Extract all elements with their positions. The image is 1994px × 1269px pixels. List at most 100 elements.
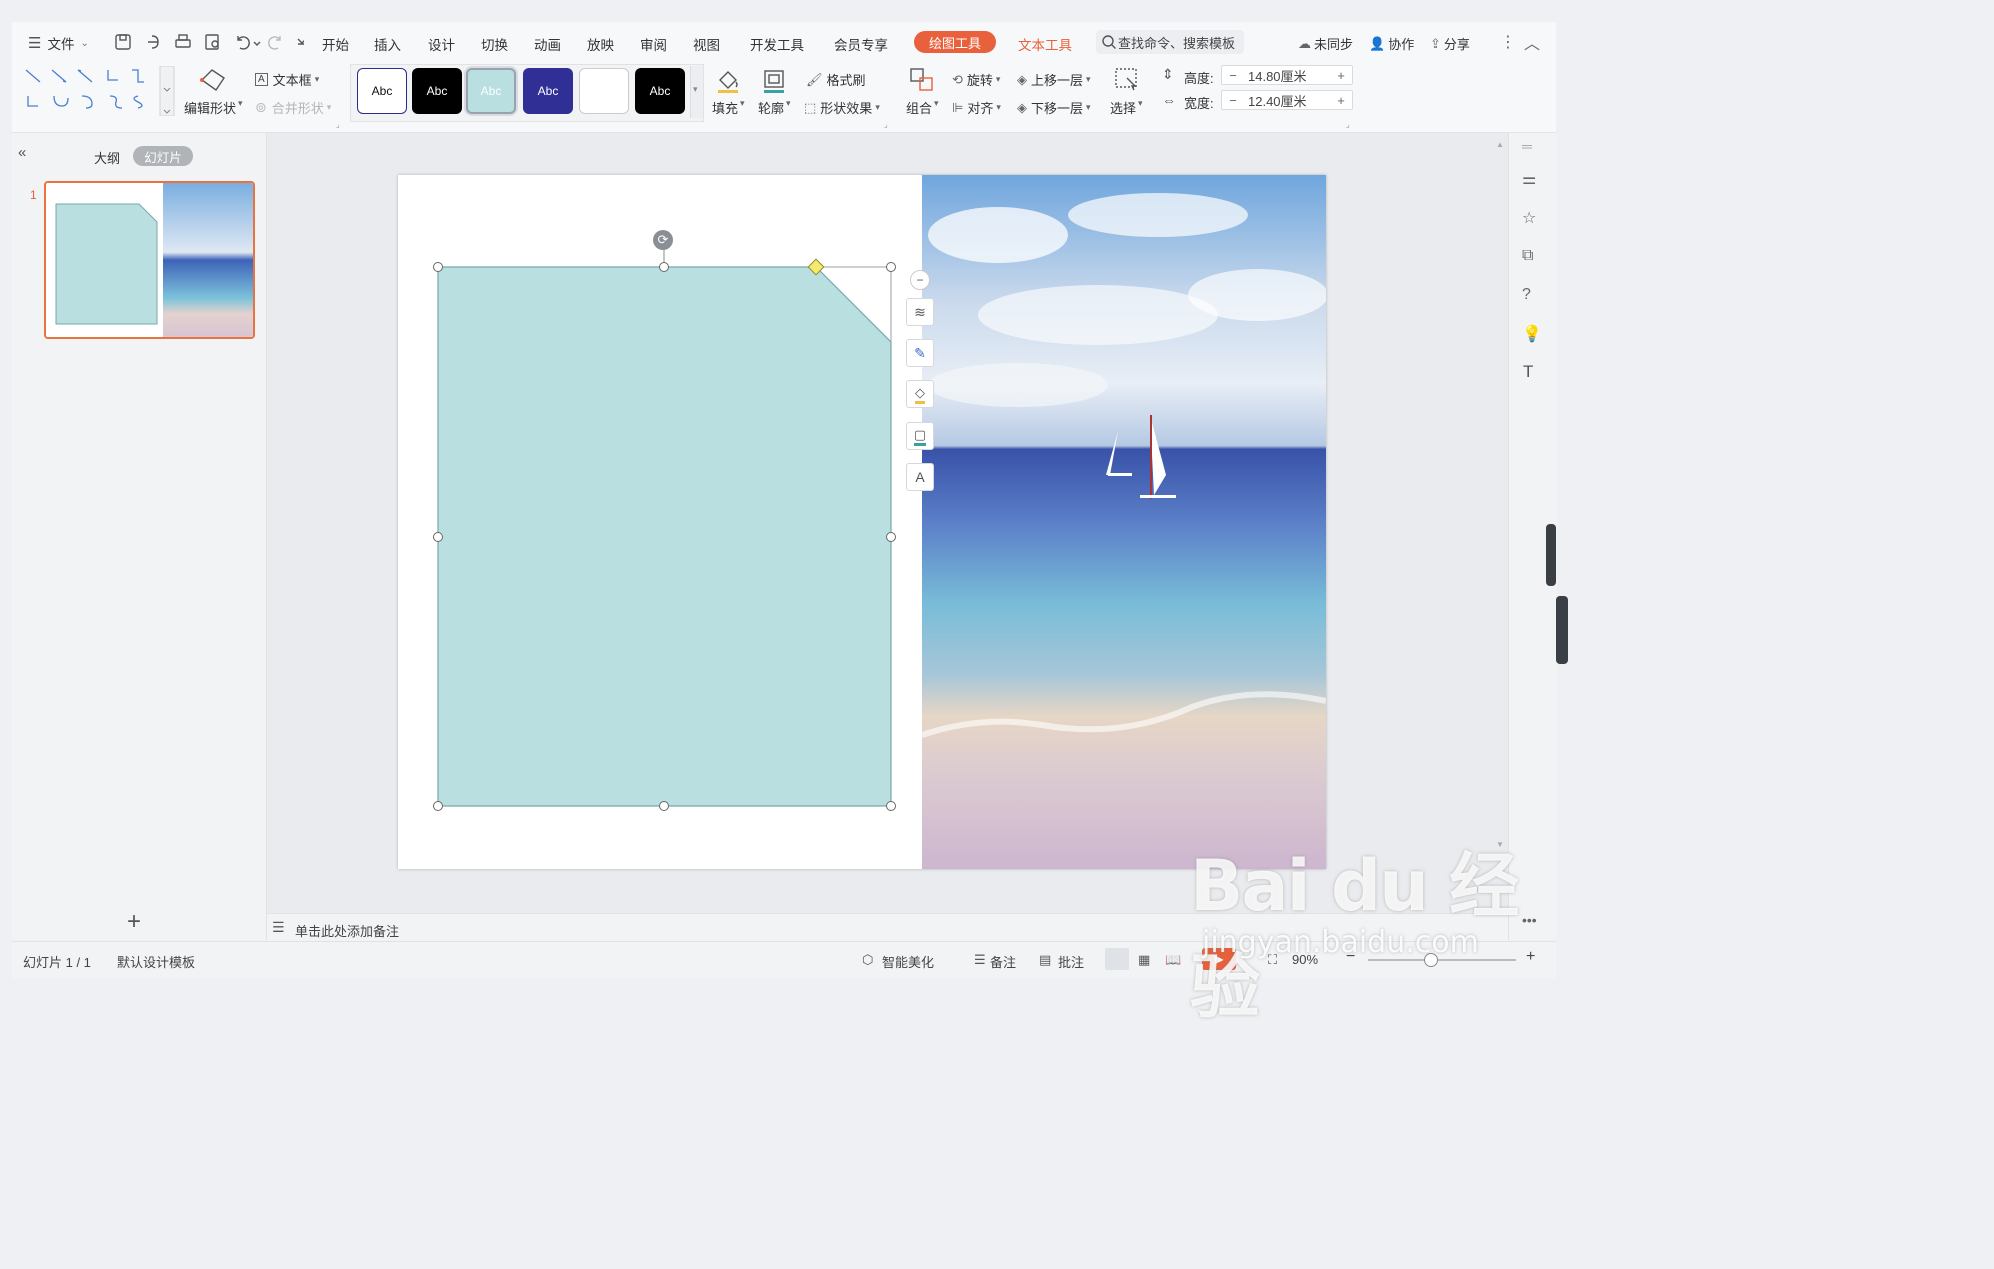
tab-outline[interactable]: 大纲 (94, 148, 120, 167)
rotate-handle-icon[interactable]: ⟳ (653, 230, 673, 250)
side-widget-2[interactable] (1556, 596, 1568, 664)
resize-handle-bottom[interactable] (659, 801, 669, 811)
resize-handle-left[interactable] (433, 532, 443, 542)
tab-animation[interactable]: 动画 (534, 34, 561, 54)
share-button[interactable]: ⇪ 分享 (1430, 34, 1470, 53)
style-sample-white-outline[interactable]: Abc (357, 68, 407, 114)
format-painter-button[interactable]: 🖌 格式刷 (806, 70, 866, 89)
tab-slides[interactable]: 幻灯片 (133, 146, 193, 166)
tab-insert[interactable]: 插入 (374, 34, 401, 54)
add-slide-icon[interactable]: + (127, 908, 141, 936)
help-icon[interactable]: ? (1522, 286, 1531, 304)
side-widget[interactable] (1546, 524, 1556, 586)
collapse-ribbon-icon[interactable]: ︿ (1524, 30, 1540, 54)
snip-corner-rectangle[interactable] (430, 228, 910, 818)
tab-member[interactable]: 会员专享 (834, 34, 888, 54)
width-stepper[interactable]: − 12.40厘米 + (1221, 90, 1353, 110)
shape-effect-button[interactable]: ⬚ 形状效果 ▾ (804, 98, 880, 117)
width-value[interactable]: 12.40厘米 (1244, 91, 1330, 110)
align-label: 对齐 (967, 101, 994, 116)
resize-handle-top-left[interactable] (433, 262, 443, 272)
resize-handle-right[interactable] (886, 532, 896, 542)
align-button[interactable]: ⊫ 对齐 ▾ (952, 98, 1001, 117)
file-menu[interactable]: ☰ 文件 ⌄ (28, 33, 89, 53)
resize-handle-bottom-right[interactable] (886, 801, 896, 811)
star-icon[interactable]: ☆ (1522, 208, 1536, 228)
search-box[interactable]: 查找命令、搜索模板 (1096, 30, 1244, 54)
collapse-toolbar-icon[interactable]: − (910, 270, 930, 290)
style-sample-teal-selected[interactable]: Abc (466, 68, 516, 114)
send-backward-button[interactable]: ◈ 下移一层 ▾ (1017, 98, 1091, 117)
outline-color-icon[interactable]: ▢ (906, 422, 934, 450)
tab-transition[interactable]: 切换 (481, 34, 508, 54)
chevron-down-icon: ▾ (1086, 102, 1091, 112)
tab-view[interactable]: 视图 (693, 34, 720, 54)
notes-toggle-button[interactable]: 备注 (990, 952, 1016, 971)
copy-icon[interactable]: ⧉ (1522, 247, 1533, 265)
merge-shape-button[interactable]: ⊚ 合并形状 ▾ (255, 98, 331, 117)
tab-slideshow[interactable]: 放映 (587, 34, 614, 54)
dialog-launcher-icon[interactable]: ⌟ (884, 120, 888, 129)
tab-design[interactable]: 设计 (428, 34, 455, 54)
tab-home[interactable]: 开始 (322, 34, 349, 54)
collaborate-button[interactable]: 👤 协作 (1369, 34, 1414, 53)
gallery-scroll[interactable]: ▾ (690, 66, 703, 118)
bring-forward-button[interactable]: ◈ 上移一层 ▾ (1017, 70, 1091, 89)
edit-shape-button[interactable]: 编辑形状 (184, 98, 236, 117)
chevron-down-icon: ⌄ (80, 37, 89, 49)
increment-icon[interactable]: + (1330, 93, 1352, 108)
template-name[interactable]: 默认设计模板 (117, 952, 195, 971)
tab-text-tools[interactable]: 文本工具 (1018, 34, 1072, 54)
rotate-button[interactable]: ⟲ 旋转 ▾ (952, 70, 1000, 89)
tab-drawing-tools[interactable]: 绘图工具 (914, 31, 996, 53)
select-icon (1115, 68, 1137, 91)
normal-view-icon[interactable] (1105, 948, 1129, 970)
format-painter-label: 格式刷 (826, 73, 866, 88)
resize-handle-top[interactable] (659, 262, 669, 272)
chevron-down-icon: ▾ (326, 102, 332, 112)
group-button[interactable]: 组合 (906, 98, 932, 117)
reading-view-icon[interactable]: 📖 (1165, 952, 1181, 968)
connector-shape-gallery[interactable] (20, 66, 176, 116)
text-icon[interactable]: T (1523, 362, 1533, 382)
merge-shape-label: 合并形状 (271, 101, 324, 116)
style-sample-black-2[interactable]: Abc (635, 68, 685, 114)
dialog-launcher-icon[interactable]: ⌟ (1346, 120, 1350, 129)
dialog-launcher-icon[interactable]: ⌟ (336, 120, 340, 129)
resize-handle-bottom-left[interactable] (433, 801, 443, 811)
style-sample-black[interactable]: Abc (412, 68, 462, 114)
tab-developer[interactable]: 开发工具 (750, 34, 804, 54)
fill-button[interactable]: 填充 (712, 98, 738, 117)
height-value[interactable]: 14.80厘米 (1244, 66, 1330, 85)
settings-sliders-icon[interactable]: ⚌ (1522, 169, 1536, 189)
brush-style-icon[interactable]: ✎ (906, 339, 934, 367)
text-effect-icon[interactable]: A (906, 463, 934, 491)
grid-view-icon[interactable]: ▦ (1138, 952, 1150, 968)
collapse-panel-icon[interactable]: « (18, 144, 26, 161)
select-button[interactable]: 选择 (1110, 98, 1136, 117)
height-stepper[interactable]: − 14.80厘米 + (1221, 65, 1353, 85)
more-menu-icon[interactable]: ⋮ (1500, 32, 1516, 52)
notes-placeholder[interactable]: 单击此处添加备注 (295, 921, 399, 940)
vertical-scrollbar[interactable]: ▲ ▼ (1496, 140, 1504, 849)
resize-handle-top-right[interactable] (886, 262, 896, 272)
comments-button[interactable]: 批注 (1058, 952, 1084, 971)
outline-button[interactable]: 轮廓 (758, 98, 784, 117)
increment-icon[interactable]: + (1330, 68, 1352, 83)
style-sample-navy[interactable]: Abc (523, 68, 573, 114)
quick-access-toolbar[interactable] (114, 32, 304, 52)
style-sample-blank[interactable] (579, 68, 629, 114)
comment-icon: ▤ (1039, 952, 1052, 967)
lightbulb-icon[interactable]: 💡 (1522, 324, 1542, 344)
layers-icon[interactable]: ≋ (906, 298, 934, 326)
chevron-down-icon: ▾ (693, 84, 698, 94)
decrement-icon[interactable]: − (1222, 68, 1244, 83)
fill-color-icon[interactable]: ◇ (906, 380, 934, 408)
decrement-icon[interactable]: − (1222, 93, 1244, 108)
slide-thumbnail[interactable] (44, 181, 255, 339)
sync-button[interactable]: ☁ 未同步 (1298, 34, 1353, 53)
smart-beautify-button[interactable]: 智能美化 (882, 952, 934, 971)
tab-review[interactable]: 审阅 (640, 34, 667, 54)
textbox-button[interactable]: A 文本框 ▾ (255, 70, 319, 89)
beach-photo[interactable] (921, 175, 1326, 869)
